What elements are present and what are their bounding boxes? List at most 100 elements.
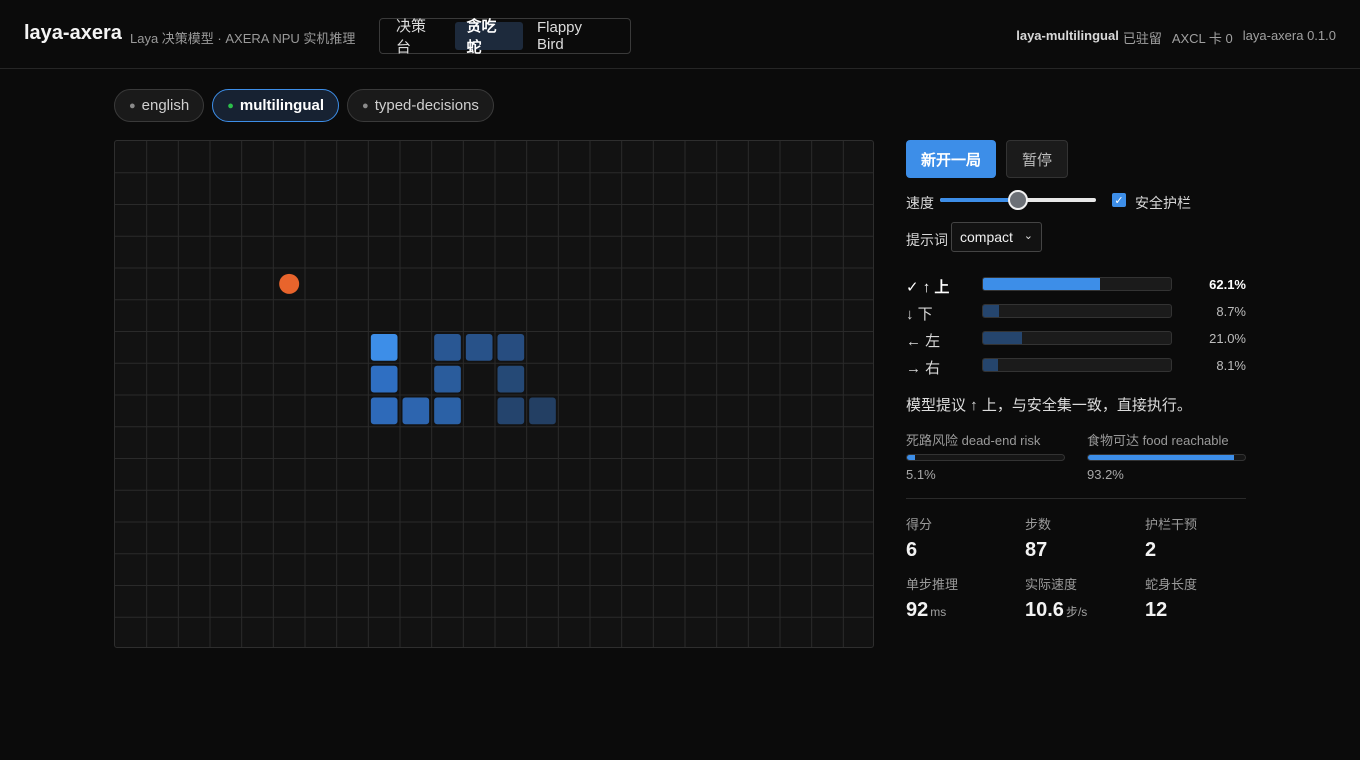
prob-value: 8.1% — [1216, 358, 1246, 373]
model-pill-label: multilingual — [239, 97, 325, 114]
meter-label: 食物可达 food reachable — [1087, 433, 1229, 448]
stat-unit: 步/s — [1065, 605, 1088, 619]
model-pill-english[interactable]: ● english — [114, 89, 205, 122]
meter-fill — [1088, 455, 1235, 460]
prob-fill — [983, 359, 999, 371]
stat-length: 蛇身长度 12 — [1145, 574, 1255, 622]
prompt-select[interactable]: compact ⌄ — [951, 222, 1042, 252]
model-pill-typed-decisions[interactable]: ● typed-decisions — [347, 89, 494, 122]
stat-value: 2 — [1145, 539, 1255, 562]
snake-body-segment — [434, 334, 461, 361]
slider-thumb[interactable] — [1008, 190, 1028, 210]
model-pill-label: typed-decisions — [374, 97, 479, 114]
prompt-label: 提示词 — [906, 232, 948, 248]
stat-value: 92 ms — [906, 599, 1016, 622]
prob-label: ↓ 下 — [906, 306, 933, 323]
prob-bar — [982, 358, 1172, 372]
snake-body-segment — [497, 334, 525, 361]
stat-unit: ms — [930, 605, 947, 619]
prob-fill — [983, 305, 1000, 317]
guard-label: 安全护栏 — [1135, 195, 1191, 211]
stat-label: 得分 — [906, 517, 933, 532]
prob-bar — [982, 331, 1172, 345]
slider-fill — [940, 198, 1018, 202]
meter-bar — [906, 454, 1065, 461]
snake-body-segment — [497, 365, 525, 393]
tab-flappy-bird[interactable]: Flappy Bird — [525, 19, 624, 53]
chevron-down-icon: ⌄ — [1023, 230, 1033, 242]
prob-fill — [983, 332, 1023, 344]
action-probabilities: ✓ ↑ 上 62.1% ↓ 下 8.7% ← 左 21.0% → 右 8.1% — [906, 276, 1246, 384]
pause-button[interactable]: 暂停 — [1006, 140, 1068, 178]
prob-label: ✓ ↑ 上 — [906, 279, 950, 296]
prob-row-left: ← 左 21.0% — [906, 330, 1246, 357]
stat-value: 6 — [906, 539, 1016, 562]
prob-label: → 右 — [906, 360, 941, 377]
loaded-model-name: laya-multilingual — [1016, 28, 1119, 43]
top-bar: laya-axera Laya 决策模型 · AXERA NPU 实机推理 决策… — [0, 0, 1360, 69]
prompt-select-value: compact — [960, 229, 1013, 245]
prob-row-down: ↓ 下 8.7% — [906, 303, 1246, 330]
app-title: laya-axera — [24, 22, 122, 44]
meter-fill — [907, 455, 915, 460]
snake-body-segment — [434, 397, 461, 425]
food-pellet — [279, 273, 300, 294]
snake-body-segment — [529, 397, 556, 425]
snake-body-segment — [434, 365, 461, 393]
prob-row-right: → 右 8.1% — [906, 357, 1246, 384]
prob-row-up: ✓ ↑ 上 62.1% — [906, 276, 1246, 303]
prob-value: 21.0% — [1209, 331, 1246, 346]
tab-console[interactable]: 决策台 — [384, 18, 453, 56]
prob-bar — [982, 277, 1172, 291]
stat-label: 步数 — [1025, 517, 1052, 532]
stat-score: 得分 6 — [906, 514, 1016, 562]
meter-label: 死路风险 dead-end risk — [906, 433, 1041, 448]
status-dot-icon: ● — [129, 99, 136, 112]
snake-head — [370, 334, 398, 361]
stat-value: 10.6 步/s — [1025, 599, 1135, 622]
snake-body-segment — [465, 334, 493, 361]
stat-latency: 单步推理 92 ms — [906, 574, 1016, 622]
stat-number: 12 — [1145, 599, 1168, 621]
snake-board[interactable] — [114, 140, 874, 648]
stat-value: 12 — [1145, 599, 1255, 622]
prob-value: 62.1% — [1209, 277, 1246, 292]
stat-label: 实际速度 — [1025, 577, 1078, 592]
model-state: 已驻留 — [1122, 31, 1162, 46]
device-card: AXCL 卡 0 — [1171, 31, 1233, 46]
status-dot-icon: ● — [362, 99, 369, 112]
food-reachable-meter: 食物可达 food reachable 93.2% — [1087, 430, 1246, 482]
guard-checkbox[interactable]: ✓ — [1112, 193, 1126, 207]
stat-steps: 步数 87 — [1025, 514, 1135, 562]
deadend-risk-meter: 死路风险 dead-end risk 5.1% — [906, 430, 1065, 482]
model-pill-label: english — [141, 97, 190, 114]
meter-value: 93.2% — [1087, 467, 1124, 482]
stat-label: 护栏干预 — [1145, 517, 1198, 532]
prob-label: ← 左 — [906, 333, 941, 350]
speed-slider[interactable] — [940, 190, 1096, 210]
stat-interventions: 护栏干预 2 — [1145, 514, 1255, 562]
snake-body-segment — [497, 397, 525, 425]
stat-number: 6 — [906, 539, 918, 561]
checkmark-icon: ✓ — [1114, 194, 1124, 207]
tab-snake[interactable]: 贪吃蛇 — [454, 18, 523, 56]
meter-bar — [1087, 454, 1246, 461]
model-suggestion: 模型提议 ↑ 上，与安全集一致，直接执行。 — [906, 397, 1192, 414]
stat-value: 87 — [1025, 539, 1135, 562]
model-pill-multilingual[interactable]: ● multilingual — [212, 89, 340, 122]
speed-label: 速度 — [906, 195, 934, 211]
stat-speed: 实际速度 10.6 步/s — [1025, 574, 1135, 622]
stat-number: 92 — [906, 599, 929, 621]
app-subtitle: Laya 决策模型 · AXERA NPU 实机推理 — [130, 31, 356, 46]
stat-number: 2 — [1145, 539, 1157, 561]
prob-bar — [982, 304, 1172, 318]
meter-value: 5.1% — [906, 467, 936, 482]
status-dot-icon: ● — [227, 99, 234, 112]
runtime-status: laya-multilingual 已驻留 AXCL 卡 0 laya-axer… — [1016, 28, 1336, 47]
model-selector: ● english ● multilingual ● typed-decisio… — [114, 89, 502, 122]
snake-body-segment — [370, 365, 398, 393]
stat-number: 87 — [1025, 539, 1048, 561]
new-game-button[interactable]: 新开一局 — [906, 140, 996, 178]
stat-label: 单步推理 — [906, 577, 959, 592]
main-nav: 决策台 贪吃蛇 Flappy Bird — [379, 18, 631, 56]
